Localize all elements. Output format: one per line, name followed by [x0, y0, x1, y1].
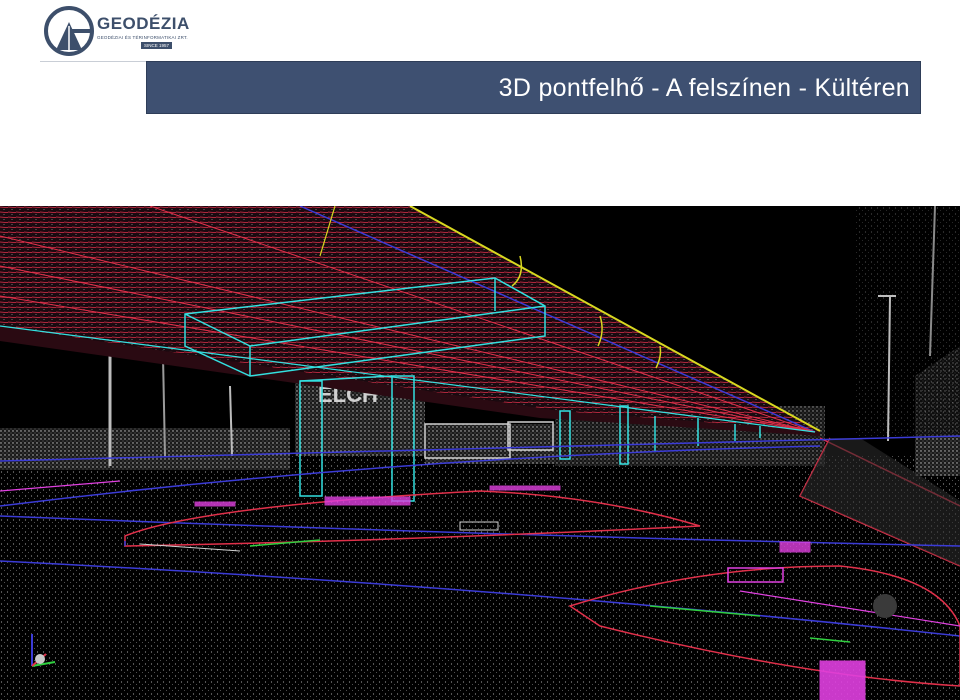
point-cloud-render: ELCH: [0, 206, 960, 700]
geodezia-logo-icon: [44, 6, 94, 56]
logo-name: GEODÉZIA: [97, 14, 190, 33]
header-divider: [40, 61, 148, 62]
slide-title-bar: 3D pontfelhő - A felszínen - Kültéren: [146, 61, 921, 114]
point-cloud-image: ELCH: [0, 206, 960, 700]
logo-since-badge: SINCE 1957: [141, 42, 173, 49]
company-logo: GEODÉZIA GEODÉZIAI ÉS TÉRINFORMATIKAI ZR…: [42, 4, 189, 58]
logo-tagline: GEODÉZIAI ÉS TÉRINFORMATIKAI ZRT.: [97, 35, 188, 40]
slide-title: 3D pontfelhő - A felszínen - Kültéren: [498, 74, 910, 102]
